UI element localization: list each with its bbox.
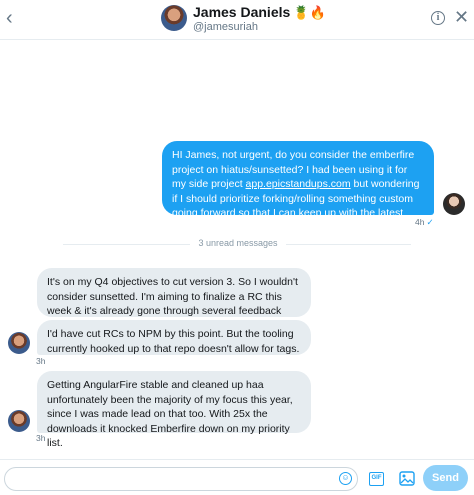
sender-avatar[interactable] <box>8 332 30 354</box>
sender-avatar[interactable] <box>8 410 30 432</box>
timestamp-text: 4h <box>415 217 425 227</box>
back-arrow-icon[interactable]: ‹ <box>6 8 24 28</box>
sent-message[interactable]: HI James, not urgent, do you consider th… <box>162 141 434 234</box>
read-check-icon: ✓ <box>426 217 434 227</box>
my-avatar[interactable] <box>443 193 465 215</box>
message-text: I'd have cut RCs to NPM by this point. B… <box>47 328 300 355</box>
message-timestamp: 3h <box>36 356 46 366</box>
contact-name-text: James Daniels <box>193 4 291 20</box>
conversation-header: ‹ James Daniels 🍍🔥 @jamesuriah i ✕ <box>0 0 474 40</box>
send-button[interactable]: Send <box>423 465 468 491</box>
image-icon[interactable] <box>399 471 415 486</box>
message-timestamp: 4h ✓ <box>415 217 434 228</box>
unread-divider: 3 unread messages <box>190 238 286 248</box>
received-message[interactable]: It's on my Q4 objectives to cut version … <box>37 268 311 332</box>
close-icon[interactable]: ✕ <box>454 8 469 26</box>
message-composer: ☺ GIF Send <box>0 459 474 495</box>
name-emoji: 🍍🔥 <box>293 5 326 20</box>
received-message[interactable]: Getting AngularFire stable and cleaned u… <box>37 371 311 449</box>
message-link[interactable]: app.epicstandups.com <box>246 178 351 190</box>
info-icon[interactable]: i <box>431 11 445 25</box>
emoji-icon[interactable]: ☺ <box>339 472 352 485</box>
message-text: Getting AngularFire stable and cleaned u… <box>47 379 293 449</box>
gif-icon[interactable]: GIF <box>369 472 384 486</box>
message-input[interactable] <box>4 467 358 491</box>
avatar[interactable] <box>161 5 187 31</box>
message-timestamp: 3h <box>36 433 46 443</box>
contact-name[interactable]: James Daniels 🍍🔥 <box>193 4 326 21</box>
received-message[interactable]: I'd have cut RCs to NPM by this point. B… <box>37 320 311 355</box>
contact-handle[interactable]: @jamesuriah <box>193 21 258 33</box>
